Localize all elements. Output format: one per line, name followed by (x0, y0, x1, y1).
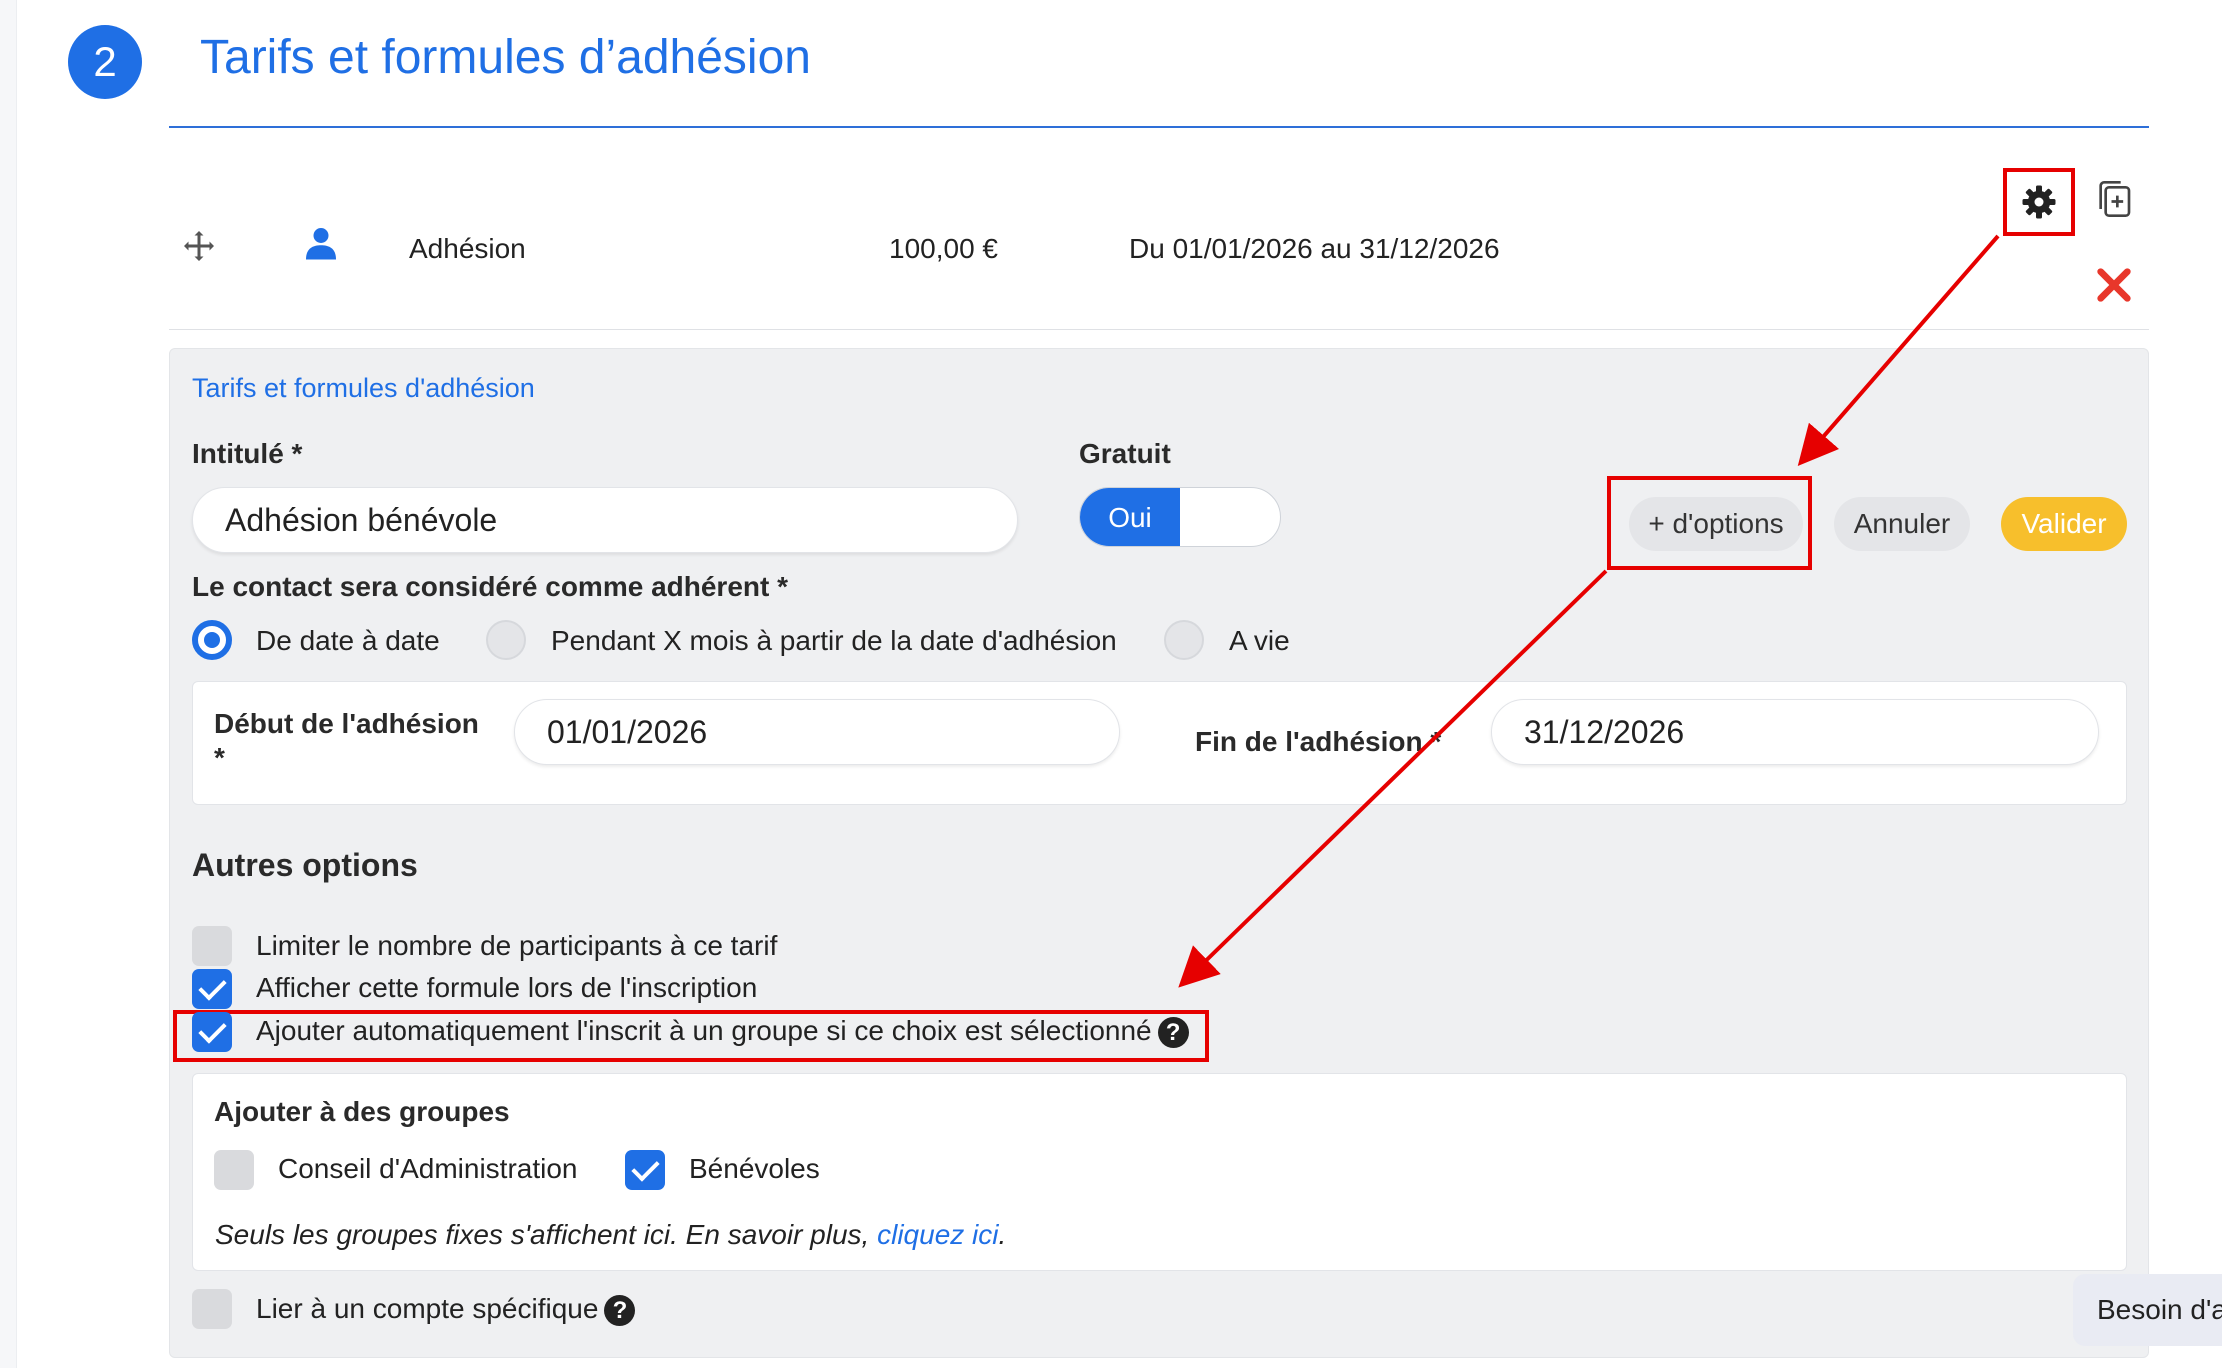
cancel-button[interactable]: Annuler (1834, 497, 1970, 551)
tariff-name: Adhésion (409, 233, 526, 264)
intitule-value: Adhésion bénévole (225, 501, 498, 538)
show-formula-checkbox[interactable] (192, 969, 232, 1009)
gratuit-label: Gratuit (1079, 438, 1171, 469)
radio-date-to-date-label: De date à date (256, 625, 440, 656)
end-date-input[interactable]: 31/12/2026 (1491, 699, 2099, 765)
section-title: Tarifs et formules d’adhésion (200, 31, 811, 84)
page: 2 Tarifs et formules d’adhésion Adhésion… (0, 0, 2222, 1368)
tariff-price: 100,00 € (889, 233, 998, 264)
group-benevoles-label: Bénévoles (689, 1153, 820, 1184)
help-chat-tab[interactable]: Besoin d'a (2073, 1274, 2222, 1346)
tariff-period: Du 01/01/2026 au 31/12/2026 (1129, 233, 1500, 264)
start-date-input[interactable]: 01/01/2026 (514, 699, 1120, 765)
limit-participants-checkbox[interactable] (192, 926, 232, 966)
gear-icon (2022, 185, 2056, 219)
more-options-button[interactable]: + d'options (1629, 497, 1803, 551)
link-account-checkbox[interactable] (192, 1289, 232, 1329)
groups-note: Seuls les groupes fixes s'affichent ici.… (215, 1219, 1006, 1251)
radio-x-months[interactable] (486, 620, 526, 660)
intitule-label: Intitulé * (192, 438, 303, 469)
intitule-input[interactable]: Adhésion bénévole (192, 487, 1018, 553)
auto-group-checkbox[interactable] (192, 1012, 232, 1052)
auto-group-text: Ajouter automatiquement l'inscrit à un g… (256, 1015, 1152, 1046)
link-account-text: Lier à un compte spécifique (256, 1293, 599, 1324)
gratuit-toggle[interactable]: Oui (1079, 487, 1281, 547)
user-icon (306, 228, 336, 260)
start-date-value: 01/01/2026 (547, 713, 708, 750)
group-conseil-checkbox[interactable] (214, 1150, 254, 1190)
membership-label: Le contact sera considéré comme adhérent… (192, 571, 788, 602)
validate-button[interactable]: Valider (2001, 497, 2127, 551)
end-date-label: Fin de l'adhésion * (1195, 726, 1442, 757)
step-number-badge: 2 (68, 25, 142, 99)
groups-note-end: . (998, 1219, 1007, 1250)
tariff-row[interactable]: Adhésion 100,00 € Du 01/01/2026 au 31/12… (169, 168, 2149, 330)
gratuit-toggle-on: Oui (1080, 488, 1180, 546)
start-date-required: * (214, 742, 225, 773)
show-formula-label: Afficher cette formule lors de l'inscrip… (256, 972, 758, 1003)
groups-box: Ajouter à des groupes Conseil d'Administ… (192, 1073, 2127, 1271)
panel-title: Tarifs et formules d'adhésion (192, 373, 535, 403)
dates-box: Début de l'adhésion * 01/01/2026 Fin de … (192, 681, 2127, 805)
group-benevoles-checkbox[interactable] (625, 1150, 665, 1190)
radio-lifetime-label: A vie (1229, 625, 1290, 656)
radio-lifetime[interactable] (1164, 620, 1204, 660)
delete-icon[interactable] (2094, 265, 2134, 305)
auto-group-label: Ajouter automatiquement l'inscrit à un g… (256, 1015, 1189, 1049)
left-sidebar-edge (0, 0, 17, 1368)
other-options-title: Autres options (192, 847, 418, 883)
start-date-label: Début de l'adhésion (214, 708, 479, 739)
settings-button[interactable] (2003, 168, 2075, 236)
help-icon[interactable]: ? (604, 1295, 636, 1327)
end-date-value: 31/12/2026 (1524, 713, 1685, 750)
title-divider (169, 126, 2149, 128)
group-conseil-label: Conseil d'Administration (278, 1153, 578, 1184)
link-account-label: Lier à un compte spécifique? (256, 1293, 636, 1327)
limit-participants-label: Limiter le nombre de participants à ce t… (256, 930, 778, 961)
radio-x-months-label: Pendant X mois à partir de la date d'adh… (551, 625, 1117, 656)
groups-title: Ajouter à des groupes (214, 1096, 510, 1127)
learn-more-link[interactable]: cliquez ici (877, 1219, 998, 1250)
help-icon[interactable]: ? (1157, 1017, 1189, 1049)
groups-note-text: Seuls les groupes fixes s'affichent ici.… (215, 1219, 878, 1250)
duplicate-icon[interactable] (2094, 179, 2134, 219)
move-icon[interactable] (181, 228, 217, 264)
tariff-edit-panel: Tarifs et formules d'adhésion Intitulé *… (169, 348, 2149, 1358)
radio-date-to-date[interactable] (192, 620, 232, 660)
